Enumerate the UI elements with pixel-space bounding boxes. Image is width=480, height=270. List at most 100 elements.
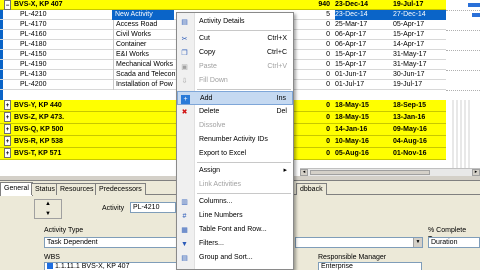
activity-type-select[interactable]: Task Dependent xyxy=(44,237,177,248)
wbs-row[interactable]: − BVS-X, KP 407 940 23-Dec-14 19-Jul-17 xyxy=(0,0,480,10)
menu-item-paste[interactable]: ▣ Paste Ctrl+V xyxy=(177,60,293,74)
context-menu: ▤ Activity Details ✂ Cut Ctrl+X ❐ Copy Ctrl+C ▣ P… xyxy=(176,12,294,270)
menu-item-group-and-sort[interactable]: ▤ Group and Sort... xyxy=(177,251,293,265)
menu-item-shortcut: Ctrl+X xyxy=(267,35,287,42)
wbs-id: BVS-Z, KP 473. xyxy=(14,114,65,121)
expand-icon[interactable]: + xyxy=(4,136,11,146)
tab-general[interactable]: General xyxy=(0,182,33,196)
start-cell: 01-Jun-17 xyxy=(335,71,367,78)
arrow-down-icon[interactable]: ▼ xyxy=(43,210,53,219)
pct-complete-select[interactable]: Duration xyxy=(428,237,480,248)
tab-resources[interactable]: Resources xyxy=(56,183,98,195)
activity-navigator[interactable]: ▲ ▼ xyxy=(34,199,62,219)
menu-item-label: Paste xyxy=(199,63,217,70)
group-sort-icon: ▤ xyxy=(181,255,188,262)
duration-cell: 0 xyxy=(326,31,330,38)
finish-cell: 19-Jul-17 xyxy=(393,81,423,88)
menu-item-dissolve[interactable]: Dissolve xyxy=(177,119,293,133)
menu-item-label: Add xyxy=(200,95,213,102)
columns-icon: ▥ xyxy=(181,199,188,206)
activity-id-cell: PL-4180 xyxy=(20,41,47,48)
submenu-arrow-icon: ▸ xyxy=(283,167,287,174)
wbs-start: 14-Jan-16 xyxy=(335,126,368,133)
menu-item-label: Copy xyxy=(199,49,216,56)
manager-field[interactable]: Enterprise xyxy=(318,262,422,270)
wbs-duration: 0 xyxy=(326,126,330,133)
menu-item-label: Assign xyxy=(199,167,221,174)
collapse-icon[interactable]: − xyxy=(4,0,11,10)
tab-predecessors[interactable]: Predecessors xyxy=(95,183,146,195)
wbs-finish: 01-Nov-16 xyxy=(393,150,427,157)
app-window: − BVS-X, KP 407 940 23-Dec-14 19-Jul-17 … xyxy=(0,0,480,270)
expand-icon[interactable]: + xyxy=(4,124,11,134)
horizontal-scrollbar[interactable]: ◂ ▸ xyxy=(300,168,480,176)
tab-status[interactable]: Status xyxy=(31,183,59,195)
activity-name-cell: Civil Works xyxy=(113,30,175,40)
tab-feedback[interactable]: dbback xyxy=(296,183,327,195)
expand-icon[interactable]: + xyxy=(4,148,11,158)
wbs-start: 18-May-15 xyxy=(335,114,369,121)
menu-item-fill-down[interactable]: ⇩ Fill Down xyxy=(177,74,293,88)
wbs-finish: 19-Jul-17 xyxy=(393,1,424,8)
activity-id-field[interactable]: PL-4210 xyxy=(130,202,176,213)
nonwork-shading xyxy=(452,100,472,170)
gantt-bar[interactable] xyxy=(472,13,480,17)
activity-id-cell: PL-4130 xyxy=(20,71,47,78)
wbs-duration: 0 xyxy=(326,138,330,145)
activity-name-cell: E&I Works xyxy=(113,50,175,60)
wbs-start: 23-Dec-14 xyxy=(335,1,369,8)
activity-name-cell: Access Road xyxy=(113,20,175,30)
menu-item-label: Fill Down xyxy=(199,77,228,84)
duration-cell: 0 xyxy=(326,21,330,28)
duration-cell: 0 xyxy=(326,41,330,48)
scroll-thumb[interactable] xyxy=(310,170,430,175)
start-cell: 06-Apr-17 xyxy=(335,41,367,48)
wbs-value: 1.1.11.1 BVS-X, KP 407 xyxy=(55,263,130,270)
wbs-finish: 04-Aug-16 xyxy=(393,138,427,145)
activity-name-cell: New Activity xyxy=(112,10,174,20)
menu-item-table-font-and-row[interactable]: ▦ Table Font and Row... xyxy=(177,223,293,237)
menu-item-activity-details[interactable]: ▤ Activity Details xyxy=(177,15,293,29)
expand-icon[interactable]: + xyxy=(4,100,11,110)
add-icon: + xyxy=(181,95,190,104)
gantt-bar[interactable] xyxy=(468,3,480,7)
menu-item-label: Renumber Activity IDs xyxy=(199,136,268,143)
finish-cell: 31-May-17 xyxy=(393,51,427,58)
wbs-label: WBS xyxy=(44,254,60,261)
wbs-field[interactable]: 1.1.11.1 BVS-X, KP 407 xyxy=(44,262,177,270)
menu-item-label: Cut xyxy=(199,35,210,42)
menu-item-label: Dissolve xyxy=(199,122,226,129)
delete-icon: ✖ xyxy=(181,109,188,116)
pct-complete-value: Duration xyxy=(431,239,458,246)
menu-separator xyxy=(197,30,291,31)
menu-item-line-numbers[interactable]: # Line Numbers xyxy=(177,209,293,223)
expand-icon[interactable]: + xyxy=(4,112,11,122)
chevron-down-icon[interactable]: ▼ xyxy=(413,238,422,247)
arrow-up-icon[interactable]: ▲ xyxy=(43,200,53,209)
table-font-icon: ▦ xyxy=(181,227,188,234)
menu-item-label: Filters... xyxy=(199,240,224,247)
finish-cell: 27-Dec-14 xyxy=(393,10,446,20)
menu-item-renumber-activity-ids[interactable]: Renumber Activity IDs xyxy=(177,133,293,147)
menu-separator xyxy=(197,193,291,194)
menu-item-label: Group and Sort... xyxy=(199,254,253,261)
menu-item-link-activities[interactable]: Link Activities xyxy=(177,178,293,192)
wbs-start: 05-Aug-16 xyxy=(335,150,369,157)
menu-item-delete[interactable]: ✖ Delete Del xyxy=(177,105,293,119)
menu-item-assign[interactable]: Assign ▸ xyxy=(177,164,293,178)
menu-item-columns[interactable]: ▥ Columns... xyxy=(177,195,293,209)
menu-separator xyxy=(197,89,291,90)
activity-type-value: Task Dependent xyxy=(47,239,98,246)
activity-type-select-end[interactable]: ▼ xyxy=(295,237,423,248)
menu-item-export-to-excel[interactable]: Export to Excel xyxy=(177,147,293,161)
menu-item-shortcut: Ins xyxy=(276,95,286,102)
duration-cell: 0 xyxy=(326,81,330,88)
scroll-left-icon[interactable]: ◂ xyxy=(300,169,308,176)
activity-name-cell: Mechanical Works xyxy=(113,60,175,70)
menu-item-copy[interactable]: ❐ Copy Ctrl+C xyxy=(177,46,293,60)
menu-item-add[interactable]: + Add Ins xyxy=(177,91,293,105)
finish-cell: 14-Apr-17 xyxy=(393,41,425,48)
scroll-right-icon[interactable]: ▸ xyxy=(472,169,480,176)
menu-item-cut[interactable]: ✂ Cut Ctrl+X xyxy=(177,32,293,46)
menu-item-filters[interactable]: ▼ Filters... xyxy=(177,237,293,251)
